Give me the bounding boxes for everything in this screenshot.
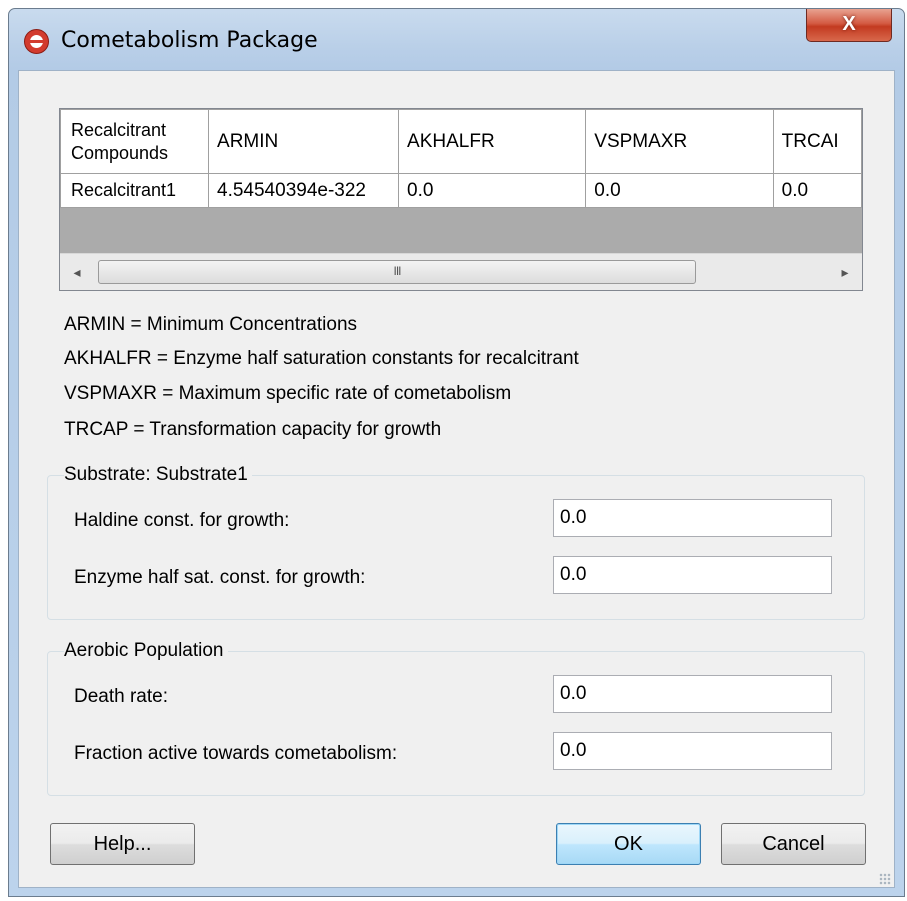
help-button[interactable]: Help... bbox=[50, 823, 195, 865]
legend-akhalfr: AKHALFR = Enzyme half saturation constan… bbox=[64, 348, 579, 369]
column-header-vspmaxr[interactable]: VSPMAXR bbox=[585, 109, 774, 174]
cancel-button[interactable]: Cancel bbox=[721, 823, 866, 865]
column-header-recalcitrant-compounds[interactable]: Recalcitrant Compounds bbox=[60, 109, 210, 174]
table-header-row: Recalcitrant Compounds ARMIN AKHALFR VSPM… bbox=[60, 109, 862, 174]
substrate-group-box bbox=[47, 475, 865, 620]
app-logo-icon bbox=[24, 29, 49, 54]
haldine-const-label: Haldine const. for growth: bbox=[74, 510, 290, 531]
haldine-const-input[interactable] bbox=[553, 499, 832, 537]
table-row: Recalcitrant1 4.54540394e-322 0.0 0.0 0.… bbox=[60, 173, 862, 208]
fraction-active-label: Fraction active towards cometabolism: bbox=[74, 743, 398, 764]
enzyme-half-sat-input[interactable] bbox=[553, 556, 832, 594]
horizontal-scrollbar[interactable]: ◂ III ▸ bbox=[60, 253, 862, 290]
title-bar[interactable]: Cometabolism Package X bbox=[9, 9, 904, 71]
window-title: Cometabolism Package bbox=[61, 28, 318, 53]
resize-grip-icon[interactable] bbox=[879, 873, 891, 885]
table-cell-armin[interactable]: 4.54540394e-322 bbox=[208, 173, 400, 208]
aerobic-group-title: Aerobic Population bbox=[64, 640, 228, 662]
scroll-right-icon[interactable]: ▸ bbox=[828, 254, 862, 290]
aerobic-group-box bbox=[47, 651, 865, 796]
table-cell-vspmaxr[interactable]: 0.0 bbox=[585, 173, 774, 208]
scroll-left-icon[interactable]: ◂ bbox=[60, 254, 94, 290]
header-line-2: Compounds bbox=[71, 142, 169, 163]
column-header-akhalfr[interactable]: AKHALFR bbox=[398, 109, 587, 174]
table-cell-trcap[interactable]: 0.0 bbox=[772, 173, 862, 208]
column-header-trcap[interactable]: TRCAI bbox=[772, 109, 862, 174]
death-rate-input[interactable] bbox=[553, 675, 832, 713]
scrollbar-thumb[interactable]: III bbox=[98, 260, 696, 284]
recalcitrant-compounds-table: Recalcitrant Compounds ARMIN AKHALFR VSPM… bbox=[59, 108, 863, 291]
death-rate-label: Death rate: bbox=[74, 686, 168, 707]
header-line-1: Recalcitrant bbox=[71, 119, 167, 140]
enzyme-half-sat-label: Enzyme half sat. const. for growth: bbox=[74, 567, 366, 588]
ok-button[interactable]: OK bbox=[556, 823, 701, 865]
legend-trcap: TRCAP = Transformation capacity for grow… bbox=[64, 419, 442, 440]
table-cell-akhalfr[interactable]: 0.0 bbox=[398, 173, 587, 208]
substrate-group-title: Substrate: Substrate1 bbox=[64, 464, 252, 486]
close-button[interactable]: X bbox=[806, 9, 892, 42]
legend-vspmaxr: VSPMAXR = Maximum specific rate of comet… bbox=[64, 383, 512, 404]
fraction-active-input[interactable] bbox=[553, 732, 832, 770]
legend-armin: ARMIN = Minimum Concentrations bbox=[64, 314, 358, 335]
column-header-armin[interactable]: ARMIN bbox=[208, 109, 400, 174]
table-cell-compound[interactable]: Recalcitrant1 bbox=[60, 173, 210, 208]
